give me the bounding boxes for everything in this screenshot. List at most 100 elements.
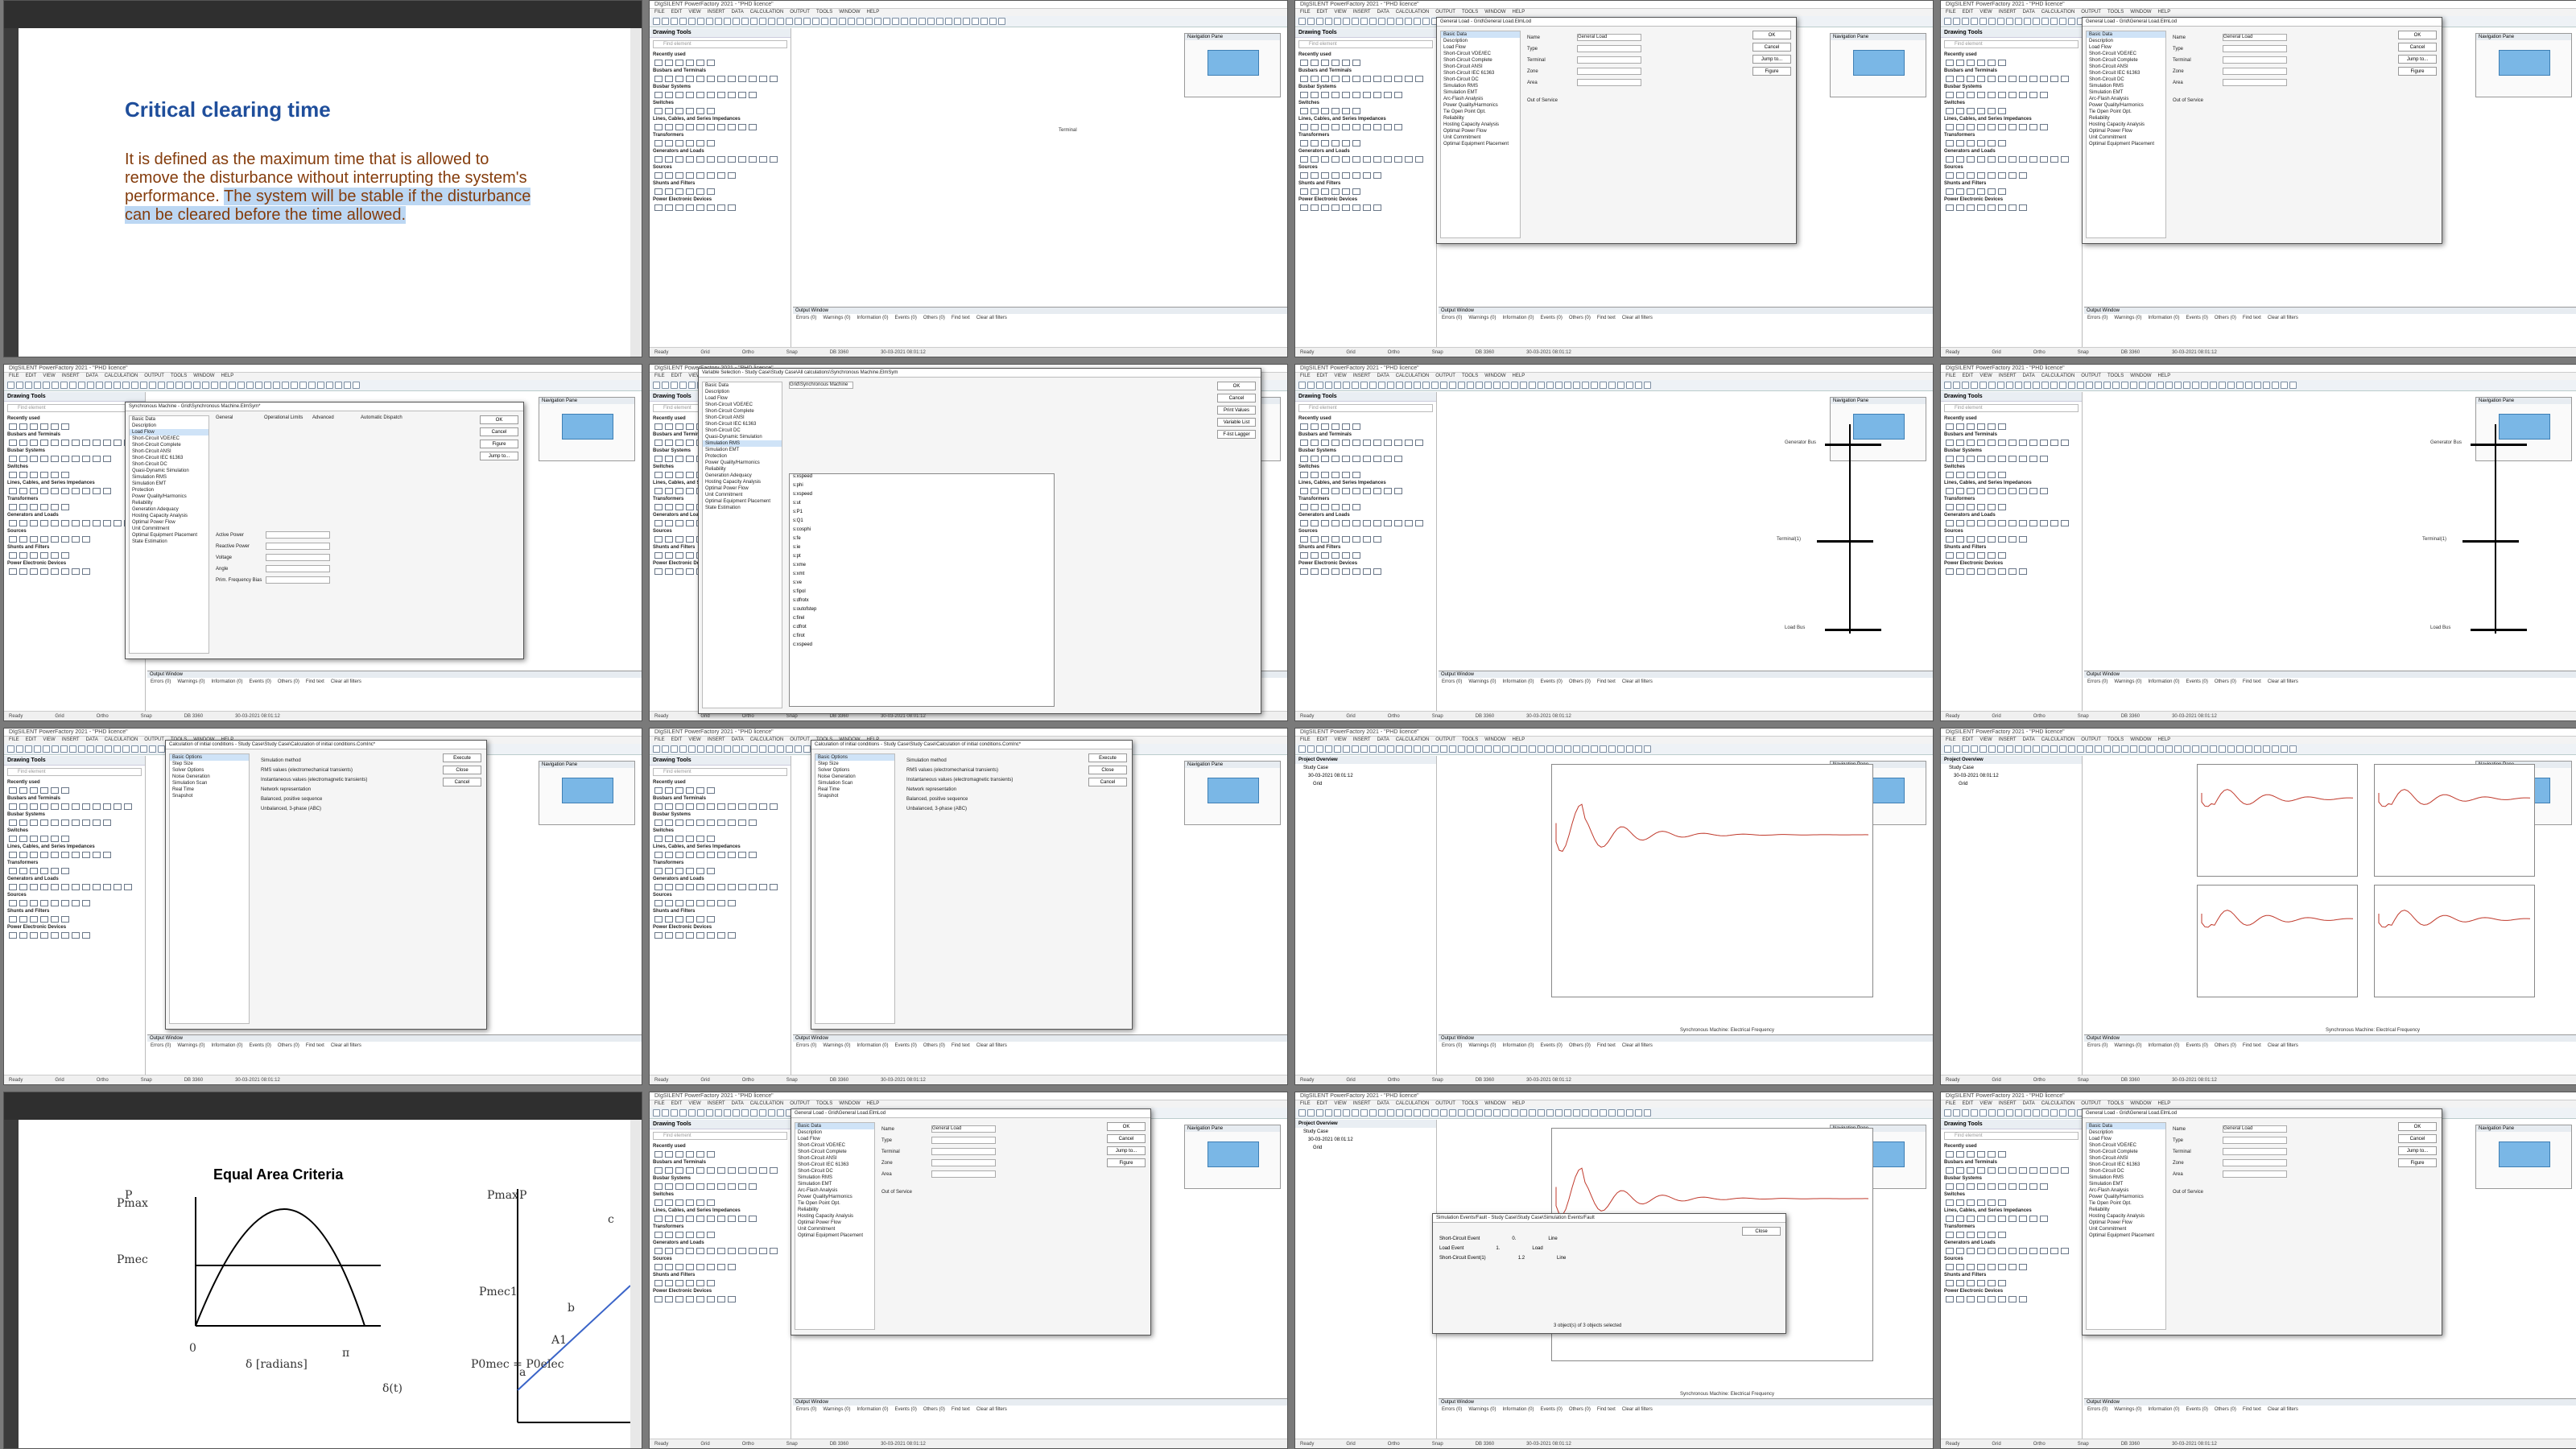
element-tool-icon[interactable] [19, 852, 27, 858]
toolbar-tool-icon[interactable] [1979, 18, 1987, 25]
element-tool-icon[interactable] [654, 1296, 663, 1302]
element-tool-icon[interactable] [665, 124, 673, 130]
dialog-nav-item[interactable]: Hosting Capacity Analysis [130, 513, 208, 519]
element-tool-icon[interactable] [707, 1167, 715, 1174]
element-tool-icon[interactable] [30, 552, 38, 559]
output-tab[interactable]: Others (0) [923, 316, 945, 320]
toolbar-tool-icon[interactable] [2157, 382, 2164, 389]
element-tool-icon[interactable] [1977, 504, 1985, 510]
toolbar-tool-icon[interactable] [1971, 18, 1978, 25]
element-tool-icon[interactable] [93, 884, 101, 890]
dialog-nav-item[interactable]: Short-Circuit DC [1441, 76, 1520, 83]
output-tab[interactable]: Information (0) [211, 1043, 242, 1048]
element-tool-icon[interactable] [696, 803, 704, 810]
toolbar-tool-icon[interactable] [175, 382, 183, 389]
menu-help[interactable]: HELP [867, 9, 880, 16]
element-tool-icon[interactable] [1321, 536, 1329, 543]
menu-tools[interactable]: TOOLS [1462, 9, 1478, 16]
element-tool-icon[interactable] [2008, 488, 2017, 494]
menu-help[interactable]: HELP [867, 1100, 880, 1108]
toolbar-tool-icon[interactable] [1600, 1109, 1607, 1117]
field-input[interactable] [931, 1170, 996, 1178]
output-search[interactable]: Find text [1597, 1407, 1616, 1412]
element-tool-icon[interactable] [1967, 60, 1975, 66]
element-tool-icon[interactable] [686, 1183, 694, 1190]
field-input[interactable] [2223, 1170, 2287, 1178]
element-tool-icon[interactable] [1956, 456, 1964, 462]
element-tool-icon[interactable] [2008, 1264, 2017, 1270]
element-tool-icon[interactable] [654, 852, 663, 858]
output-tab[interactable]: Events (0) [1540, 679, 1562, 684]
element-tool-icon[interactable] [1352, 76, 1360, 82]
element-tool-icon[interactable] [675, 868, 683, 874]
element-tool-icon[interactable] [1352, 108, 1360, 114]
element-tool-icon[interactable] [1977, 568, 1985, 575]
element-tool-icon[interactable] [1352, 456, 1360, 462]
dialog-nav-item[interactable]: Simulation EMT [2087, 1181, 2165, 1187]
element-tool-icon[interactable] [2050, 76, 2058, 82]
toolbar-tool-icon[interactable] [2033, 18, 2040, 25]
navigation-viewport[interactable] [1208, 778, 1259, 803]
navigation-pane[interactable]: Navigation Pane [1830, 397, 1926, 461]
element-tool-icon[interactable] [686, 900, 694, 906]
element-tool-icon[interactable] [1331, 536, 1340, 543]
element-tool-icon[interactable] [61, 852, 69, 858]
element-tool-icon[interactable] [19, 456, 27, 462]
element-tool-icon[interactable] [1311, 536, 1319, 543]
element-tool-icon[interactable] [19, 836, 27, 842]
element-tool-icon[interactable] [1373, 488, 1381, 494]
element-tool-icon[interactable] [1394, 92, 1402, 98]
element-tool-icon[interactable] [675, 900, 683, 906]
output-tab[interactable]: Events (0) [894, 1043, 916, 1048]
element-tool-icon[interactable] [1300, 552, 1308, 559]
element-tool-icon[interactable] [2008, 1183, 2017, 1190]
toolbar-tool-icon[interactable] [1944, 18, 1951, 25]
element-tool-icon[interactable] [707, 1199, 715, 1206]
element-tool-icon[interactable] [686, 60, 694, 66]
toolbar-tool-icon[interactable] [2077, 382, 2084, 389]
toolbar-tool-icon[interactable] [1369, 745, 1377, 753]
dialog-nav-item[interactable]: Load Flow [2087, 44, 2165, 51]
menu-data[interactable]: DATA [2023, 737, 2035, 744]
dialog-nav-item[interactable]: Unit Commitment [1441, 134, 1520, 141]
element-tool-icon[interactable] [51, 884, 59, 890]
element-tool-icon[interactable] [40, 819, 48, 826]
menu-view[interactable]: VIEW [1979, 1100, 1992, 1108]
element-tool-icon[interactable] [103, 456, 111, 462]
toolbar-tool-icon[interactable] [1307, 745, 1315, 753]
toolbar-tool-icon[interactable] [1979, 745, 1987, 753]
element-tool-icon[interactable] [114, 520, 122, 526]
toolbar-tool-icon[interactable] [2006, 18, 2013, 25]
navigation-pane[interactable]: Navigation Pane [1184, 33, 1281, 97]
toolbar-tool-icon[interactable] [2236, 382, 2244, 389]
toolbar-tool-icon[interactable] [96, 382, 103, 389]
dialog-nav-item[interactable]: Basic Data [130, 416, 208, 423]
element-tool-icon[interactable] [1956, 156, 1964, 163]
menu-file[interactable]: FILE [1300, 373, 1311, 380]
element-tool-icon[interactable] [1967, 108, 1975, 114]
element-tool-icon[interactable] [686, 172, 694, 179]
variable-row[interactable]: s:xme [790, 563, 1054, 572]
dialog-nav-item[interactable]: Short-Circuit ANSI [703, 415, 782, 421]
element-tool-icon[interactable] [72, 440, 80, 446]
element-tool-icon[interactable] [1331, 172, 1340, 179]
element-tool-icon[interactable] [40, 440, 48, 446]
element-tool-icon[interactable] [1998, 76, 2006, 82]
output-tab[interactable]: Information (0) [1502, 1407, 1534, 1412]
dialog-nav-item[interactable]: Short-Circuit VDE/IEC [2087, 51, 2165, 57]
element-tool-icon[interactable] [9, 472, 17, 478]
element-tool-icon[interactable] [2019, 76, 2027, 82]
field-input[interactable]: General Load [931, 1125, 996, 1133]
toolbar-tool-icon[interactable] [1582, 745, 1589, 753]
toolbar-tool-icon[interactable] [1431, 1109, 1439, 1117]
element-tool-icon[interactable] [30, 456, 38, 462]
drawing-tools-search[interactable]: Find element [7, 768, 142, 776]
element-tool-icon[interactable] [2008, 92, 2017, 98]
element-tool-icon[interactable] [30, 488, 38, 494]
output-search[interactable]: Find text [2243, 1407, 2261, 1412]
element-tool-icon[interactable] [9, 488, 17, 494]
element-tool-icon[interactable] [665, 1183, 673, 1190]
toolbar-tool-icon[interactable] [1458, 745, 1465, 753]
element-tool-icon[interactable] [738, 76, 746, 82]
output-tab[interactable]: Errors (0) [796, 1407, 816, 1412]
